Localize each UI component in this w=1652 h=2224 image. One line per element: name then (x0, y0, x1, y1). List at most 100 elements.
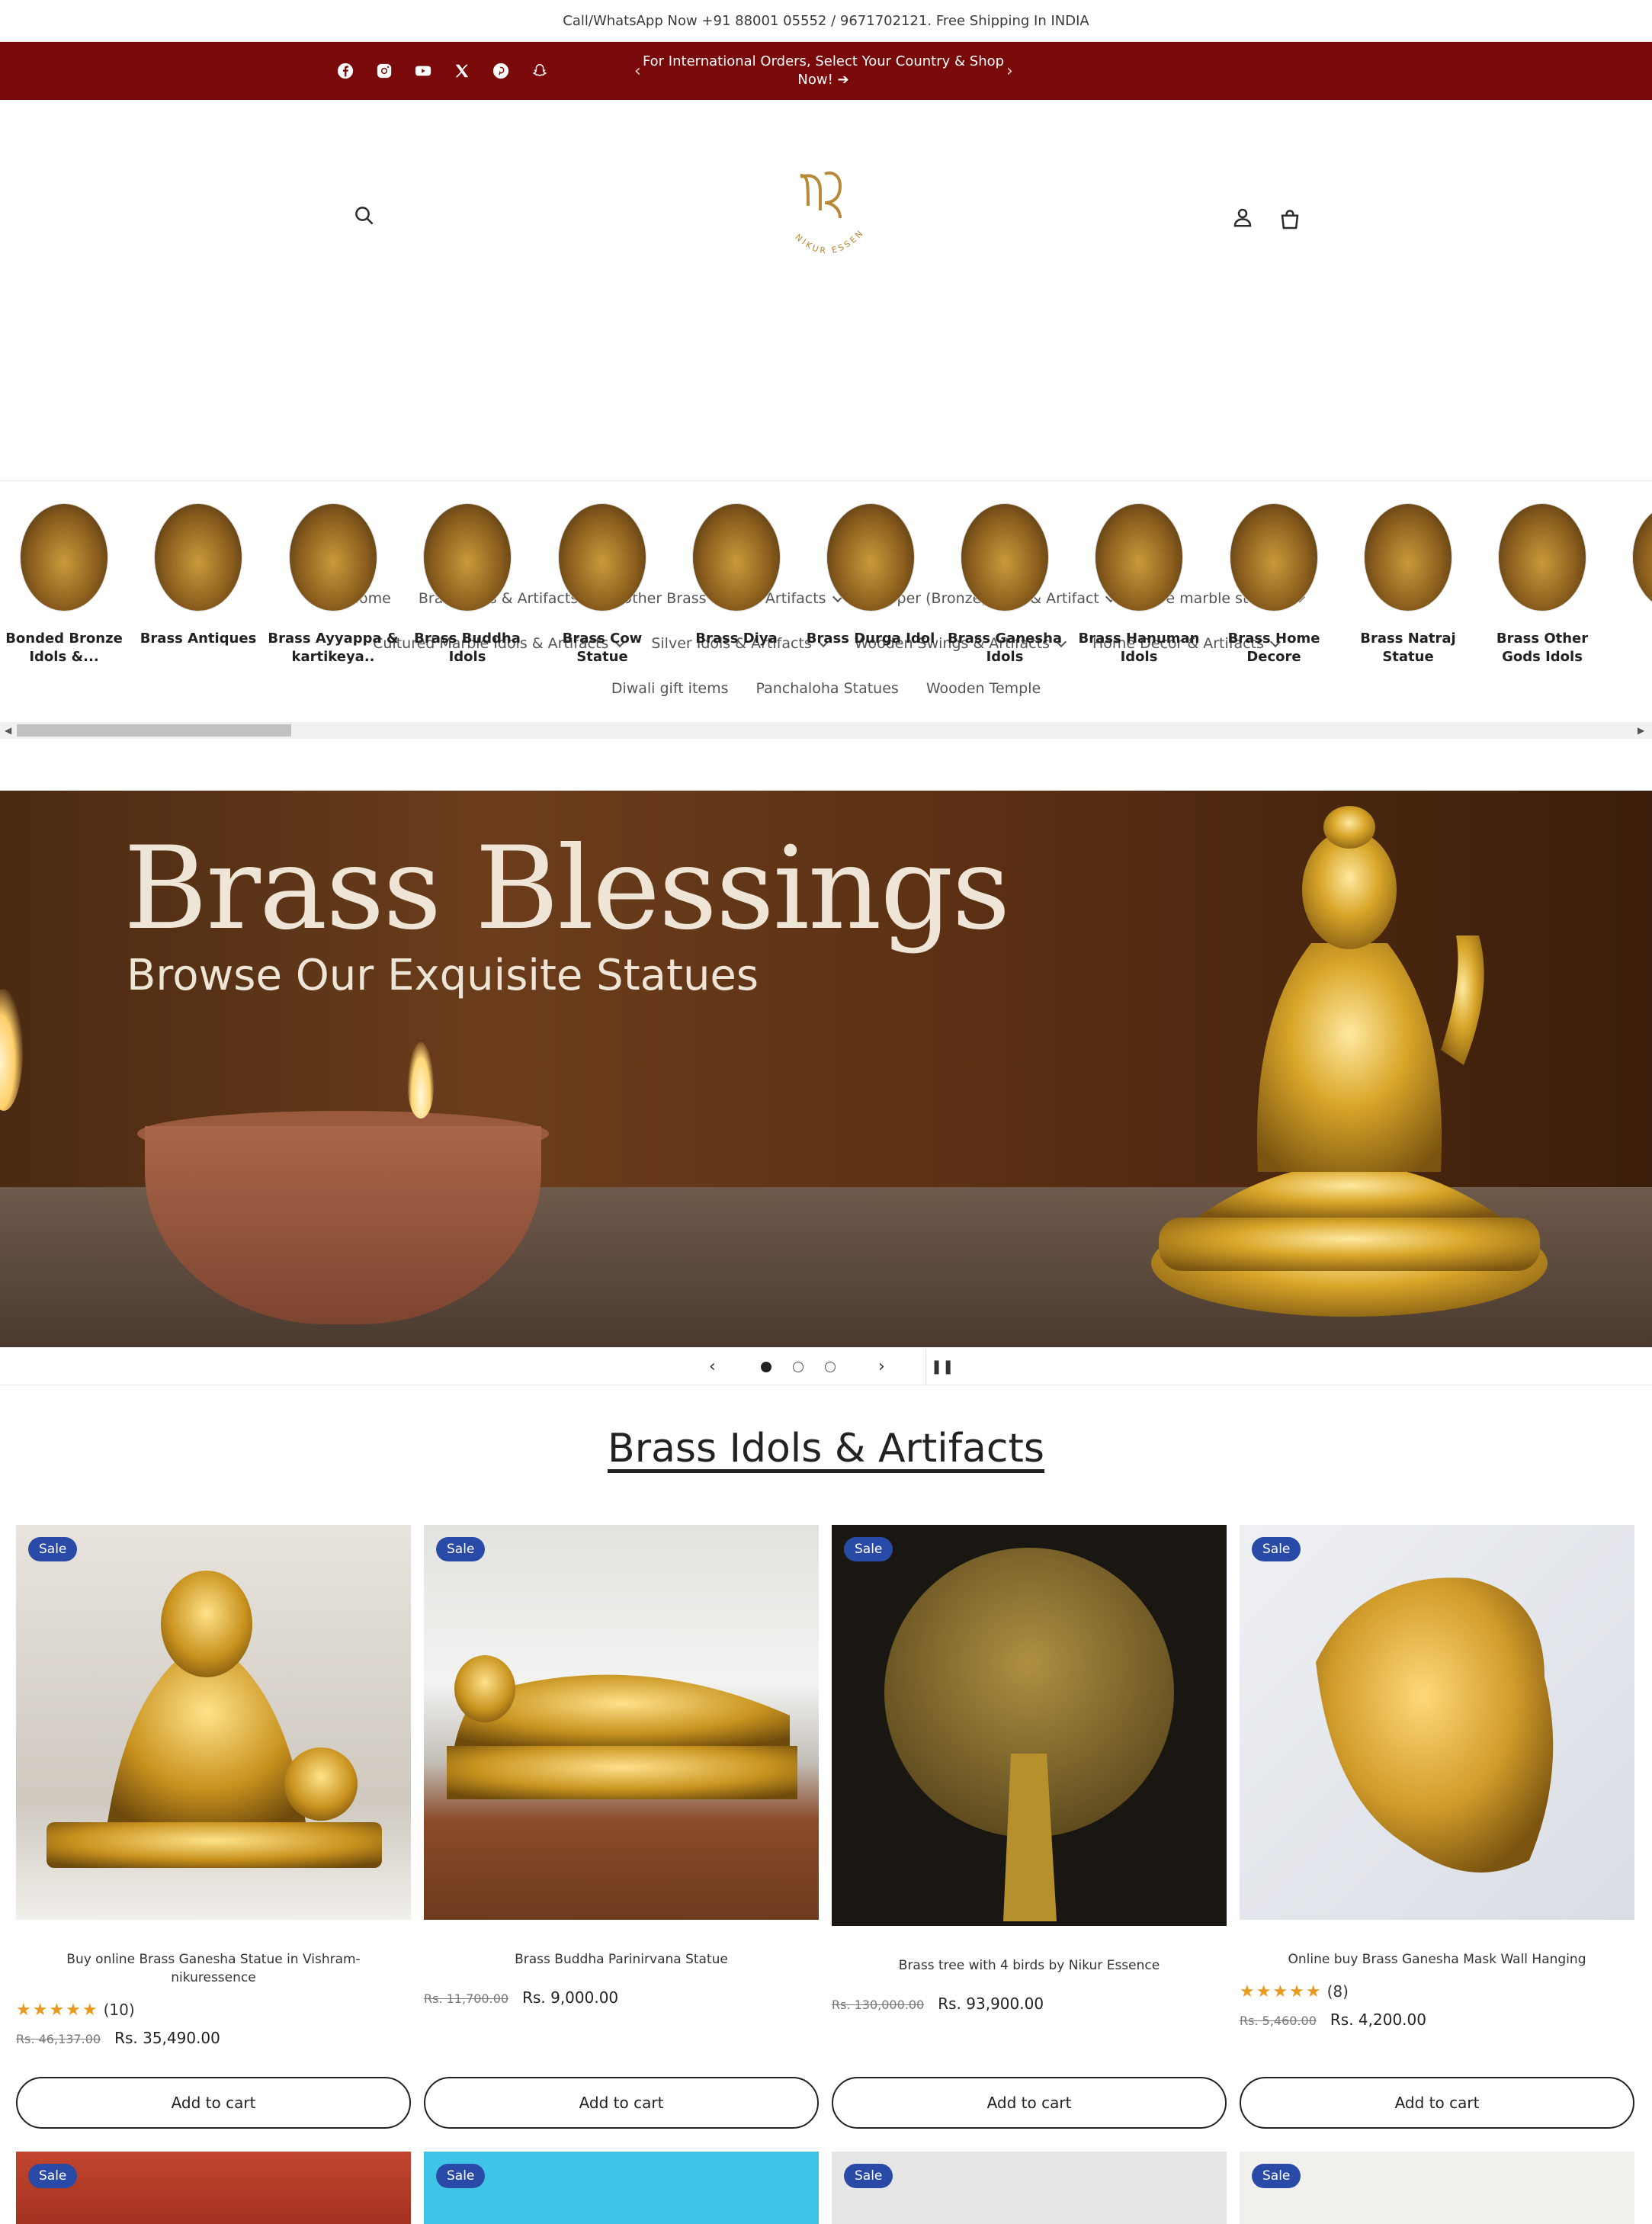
product-image[interactable]: Sale (832, 1525, 1227, 1926)
product-card-partial[interactable]: Sale (1240, 2152, 1634, 2224)
scrollbar-thumb[interactable] (17, 724, 291, 737)
instagram-icon[interactable] (374, 62, 393, 81)
add-to-cart-button[interactable]: Add to cart (16, 2077, 411, 2129)
category-carousel: Bonded Bronze Idols &... Brass Antiques … (0, 488, 1652, 724)
hero-banner[interactable]: Brass Blessings Browse Our Exquisite Sta… (0, 791, 1652, 1347)
slide-dot-3[interactable] (825, 1362, 836, 1372)
product-card-partial[interactable]: Sale (832, 2152, 1227, 2224)
social-links (335, 42, 549, 100)
category-item[interactable]: Brass Buddha Idols (400, 488, 534, 666)
slide-prev-button[interactable]: ‹ (709, 1349, 716, 1385)
category-item[interactable]: Bonded Bronze Idols &... (0, 488, 131, 666)
category-image (1632, 503, 1652, 611)
product-title[interactable]: Online buy Brass Ganesha Mask Wall Hangi… (1270, 1950, 1604, 1969)
announcement-next-button[interactable]: › (1006, 42, 1013, 100)
category-image (826, 503, 915, 611)
add-to-cart-button[interactable]: Add to cart (832, 2077, 1227, 2129)
add-to-cart-button[interactable]: Add to cart (424, 2077, 819, 2129)
category-image (1095, 503, 1183, 611)
product-image[interactable]: Sale (16, 1525, 411, 1920)
sale-badge: Sale (844, 1537, 893, 1561)
candle-glow (0, 989, 23, 1111)
sale-price: Rs. 4,200.00 (1330, 2011, 1426, 2029)
hero-subtitle: Browse Our Exquisite Statues (127, 951, 759, 1000)
divider (0, 480, 1652, 481)
category-item[interactable]: Brass Hanuman Idols (1072, 488, 1206, 666)
top-info-bar: Call/WhatsApp Now +91 88001 05552 / 9671… (0, 0, 1652, 42)
category-item[interactable]: Brass Home Decore (1207, 488, 1341, 666)
compare-price: Rs. 11,700.00 (424, 1991, 509, 2006)
category-image (1498, 503, 1586, 611)
youtube-icon[interactable] (413, 62, 432, 81)
category-image (20, 503, 108, 611)
account-icon[interactable] (1229, 204, 1256, 231)
product-title[interactable]: Brass Buddha Parinirvana Statue (454, 1950, 788, 1969)
product-title[interactable]: Buy online Brass Ganesha Statue in Vishr… (47, 1950, 380, 1987)
scroll-right-icon[interactable]: ▶ (1638, 722, 1644, 739)
compare-price: Rs. 130,000.00 (832, 1998, 925, 2012)
category-item[interactable]: Brass Cow Statue (535, 488, 669, 666)
category-image (692, 503, 781, 611)
svg-text:NIKUR ESSENCE: NIKUR ESSENCE (778, 160, 866, 256)
sale-price: Rs. 93,900.00 (938, 1995, 1044, 2013)
section-title[interactable]: Brass Idols & Artifacts (0, 1426, 1652, 1471)
compare-price: Rs. 5,460.00 (1240, 2014, 1317, 2028)
review-count: (10) (103, 2001, 135, 2019)
ganesha-mask-image (1316, 1577, 1554, 1873)
scroll-left-icon[interactable]: ◀ (5, 722, 11, 739)
category-item[interactable]: Brass Diya (669, 488, 804, 648)
buddha-statue-image (1151, 806, 1548, 1317)
category-scrollbar[interactable]: ◀ ▶ (0, 722, 1652, 739)
product-card-partial[interactable]: Sale (16, 2152, 411, 2224)
contact-text: Call/WhatsApp Now +91 88001 05552 / 9671… (563, 12, 1089, 29)
category-item[interactable]: Brass Other Gods Idols (1475, 488, 1609, 666)
product-image[interactable]: Sale (424, 1525, 819, 1920)
category-item[interactable]: Brass Antiques (131, 488, 265, 648)
category-item[interactable]: Brass Durga Idol (804, 488, 938, 648)
sale-badge: Sale (28, 1537, 78, 1561)
product-card-partial[interactable]: Sale (424, 2152, 819, 2224)
pinterest-icon[interactable] (491, 62, 510, 81)
category-image (289, 503, 377, 611)
snapchat-icon[interactable] (530, 62, 549, 81)
x-icon[interactable] (452, 62, 471, 81)
logo-text: NIKUR ESSENCE (774, 152, 864, 256)
compare-price: Rs. 46,137.00 (16, 2032, 101, 2046)
category-item[interactable]: Brass Natraj Statue (1341, 488, 1475, 666)
category-image (961, 503, 1049, 611)
pause-icon[interactable]: ❚❚ (925, 1349, 954, 1385)
category-image (558, 503, 646, 611)
search-icon[interactable] (351, 202, 378, 229)
slide-dot-1[interactable] (761, 1362, 771, 1372)
category-image (1230, 503, 1318, 611)
announcement-bar: ‹ For International Orders, Select Your … (0, 42, 1652, 100)
ganesha-statue-image (47, 1571, 382, 1868)
category-item[interactable]: Brass Ayyappa & kartikeya.. (266, 488, 400, 666)
logo[interactable]: NIKUR ESSENCE (774, 152, 877, 282)
brass-tree-image (884, 1548, 1174, 1921)
category-item[interactable] (1609, 488, 1652, 611)
product-card[interactable]: Sale Buy online Brass Ganesha Statue in … (16, 1525, 411, 2129)
product-card[interactable]: Sale Brass tree with 4 birds by Nikur Es… (832, 1525, 1227, 2129)
sale-price: Rs. 9,000.00 (522, 1988, 619, 2007)
product-card[interactable]: Sale Brass Buddha Parinirvana Statue Rs.… (424, 1525, 819, 2129)
sale-badge: Sale (436, 1537, 486, 1561)
slide-dot-2[interactable] (793, 1362, 804, 1372)
announcement-text[interactable]: For International Orders, Select Your Co… (625, 42, 1022, 100)
sale-price: Rs. 35,490.00 (114, 2029, 220, 2047)
reclining-buddha-image (447, 1655, 797, 1799)
facebook-icon[interactable] (335, 62, 354, 81)
sale-badge: Sale (1252, 2164, 1301, 2188)
product-image[interactable]: Sale (1240, 1525, 1634, 1920)
slide-next-button[interactable]: › (878, 1349, 885, 1385)
rating-stars-icon: ★★★★★ (1240, 1982, 1323, 2001)
review-count: (8) (1326, 1982, 1349, 2001)
add-to-cart-button[interactable]: Add to cart (1240, 2077, 1634, 2129)
cart-icon[interactable] (1276, 207, 1304, 234)
sale-badge: Sale (436, 2164, 486, 2188)
sale-badge: Sale (844, 2164, 893, 2188)
category-item[interactable]: Brass Ganesha Idols (938, 488, 1072, 666)
product-title[interactable]: Brass tree with 4 birds by Nikur Essence (862, 1956, 1196, 1975)
product-card[interactable]: Sale Online buy Brass Ganesha Mask Wall … (1240, 1525, 1634, 2129)
diya-flame (408, 1042, 434, 1118)
